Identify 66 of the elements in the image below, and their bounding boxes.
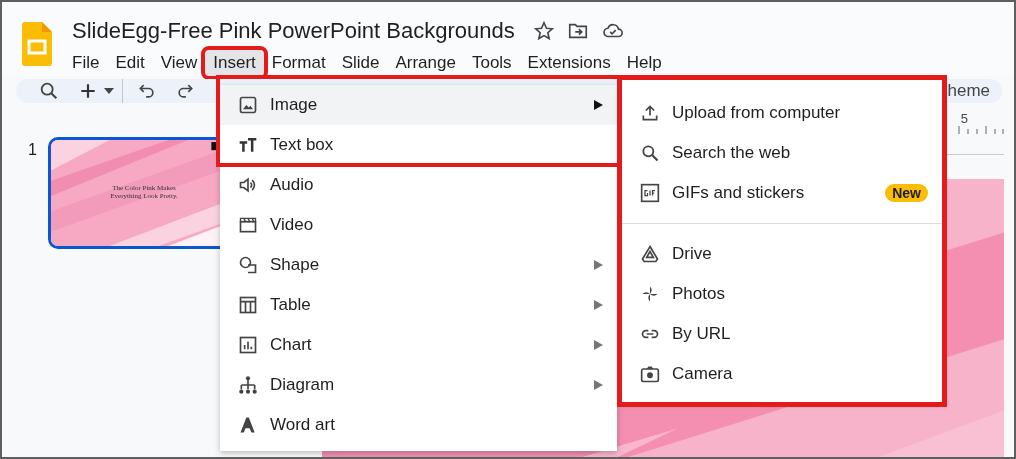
caret-icon[interactable] xyxy=(104,88,114,94)
menu-label: Photos xyxy=(672,284,726,304)
menu-label: Table xyxy=(270,295,312,315)
menu-item[interactable]: File xyxy=(64,50,108,76)
theme-button[interactable]: heme xyxy=(947,81,990,101)
menu-label: Word art xyxy=(270,415,336,435)
text-size-icon xyxy=(238,135,258,155)
image-icon xyxy=(238,95,258,115)
menu-label: Text box xyxy=(270,135,335,155)
star-icon[interactable] xyxy=(532,20,555,42)
slide-number: 1 xyxy=(27,141,38,159)
menu-item[interactable]: Format xyxy=(263,50,334,76)
plus-icon[interactable] xyxy=(78,81,98,101)
gif-icon xyxy=(640,183,660,203)
diagram-icon xyxy=(238,375,258,395)
menu-item[interactable]: Diagram xyxy=(220,365,617,405)
ruler-ticks xyxy=(958,126,1004,134)
menu-label: Camera xyxy=(672,364,734,384)
menu-item[interactable]: Drive xyxy=(622,234,942,274)
menu-label: Diagram xyxy=(270,375,336,395)
menu-label: Video xyxy=(270,215,315,235)
menu-label: By URL xyxy=(672,324,732,344)
ruler-number: 5 xyxy=(960,111,968,126)
menu-item[interactable]: Tools xyxy=(463,50,520,76)
letter-icon xyxy=(238,415,258,435)
caret-icon xyxy=(594,300,603,310)
shapes-icon xyxy=(238,255,258,275)
chart-icon xyxy=(238,335,258,355)
triangle-icon xyxy=(640,244,660,264)
caret-icon xyxy=(594,260,603,270)
menu-label: Upload from computer xyxy=(672,103,842,123)
menu-item[interactable]: Edit xyxy=(107,50,153,76)
menu-label: Chart xyxy=(270,335,313,355)
menu-item[interactable]: Slide xyxy=(333,50,388,76)
menu-item[interactable]: Camera xyxy=(622,354,942,394)
menu-item[interactable]: Table xyxy=(220,285,617,325)
caret-icon xyxy=(594,380,603,390)
document-title[interactable]: SlideEgg-Free Pink PowerPoint Backgrounds xyxy=(72,18,515,44)
menu-item[interactable]: GIFs and stickers New xyxy=(622,173,942,213)
upload-icon xyxy=(640,103,660,123)
menu-label: Audio xyxy=(270,175,315,195)
menu-item[interactable]: Arrange xyxy=(387,50,464,76)
new-badge: New xyxy=(885,184,928,202)
table-icon xyxy=(238,295,258,315)
menu-label: GIFs and stickers xyxy=(672,183,806,203)
caret-icon xyxy=(594,100,603,110)
menu-item[interactable]: Chart xyxy=(220,325,617,365)
menu-item[interactable]: By URL xyxy=(622,314,942,354)
menu-item[interactable]: Search the web xyxy=(622,133,942,173)
menu-item[interactable]: Help xyxy=(618,50,670,76)
pinwheel-icon xyxy=(640,284,660,304)
menu-label: Search the web xyxy=(672,143,792,163)
caret-icon xyxy=(594,340,603,350)
menu-label: Image xyxy=(270,95,319,115)
menu-label: Drive xyxy=(672,244,713,264)
camera-icon xyxy=(640,364,660,384)
search-icon xyxy=(640,143,660,163)
film-icon xyxy=(238,215,258,235)
speaker-icon xyxy=(238,175,258,195)
menu-item[interactable]: Extensions xyxy=(519,50,619,76)
menu-label: Shape xyxy=(270,255,321,275)
menu-item[interactable]: Photos xyxy=(622,274,942,314)
menu-item[interactable]: Word art xyxy=(220,405,617,445)
menu-item[interactable]: Upload from computer xyxy=(622,93,942,133)
menu-item[interactable]: View xyxy=(152,50,206,76)
search-icon[interactable] xyxy=(38,80,60,102)
